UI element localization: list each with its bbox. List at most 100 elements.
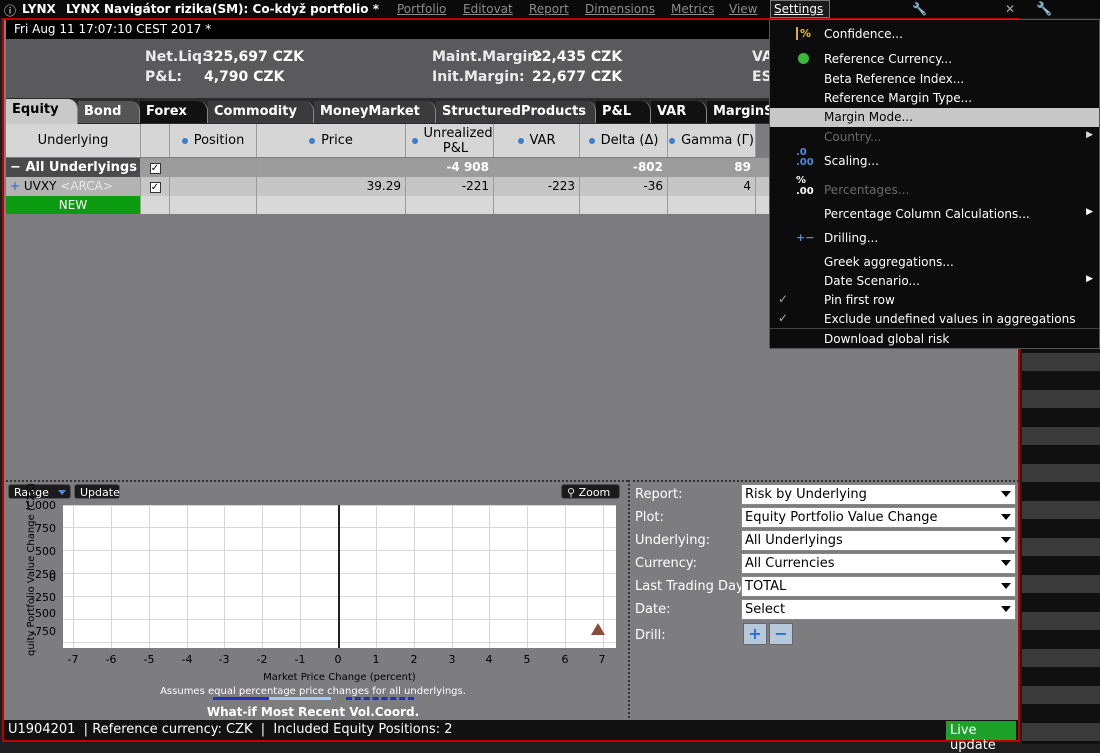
menu-settings[interactable]: Settings [770, 0, 830, 18]
sort-dot-icon [411, 137, 418, 144]
percentages-icon: % .00 [796, 175, 814, 197]
menu-editovat[interactable]: Editovat [463, 2, 513, 16]
drill-out-button[interactable]: − [769, 623, 793, 645]
tab-var[interactable]: VAR [651, 101, 707, 123]
live-update-badge[interactable]: Live update [946, 721, 1016, 753]
menu-item-margin-mode[interactable]: Margin Mode... [770, 108, 1099, 127]
menu-item-reference-margin-type[interactable]: Reference Margin Type... [770, 89, 1099, 108]
menu-item-reference-currency[interactable]: Reference Currency... [770, 50, 1099, 69]
init-margin-value: 22,677 CZK [532, 69, 623, 85]
zoom-button[interactable]: ⚲ Zoom [561, 484, 620, 499]
menu-item-country[interactable]: Country... ▶ [770, 128, 1099, 147]
legend-swatch [213, 697, 269, 700]
y-tick: 1 000 [24, 499, 57, 512]
chevron-down-icon [1001, 491, 1011, 497]
menu-item-greek-aggregations[interactable]: Greek aggregations... [770, 253, 1099, 272]
update-button[interactable]: Update [74, 484, 120, 499]
menu-view[interactable]: View [729, 2, 757, 16]
header-unrealized[interactable]: Unrealized P&L [406, 124, 494, 157]
menu-portfolio[interactable]: Portfolio [397, 2, 446, 16]
date-select[interactable]: Select [741, 599, 1016, 620]
submenu-arrow-icon: ▶ [1086, 274, 1093, 284]
uvxy-gamma: 4 [668, 177, 756, 196]
sort-dot-icon [181, 137, 188, 144]
tab-equity[interactable]: Equity [6, 99, 78, 124]
report-select[interactable]: Risk by Underlying [741, 484, 1016, 505]
header-delta[interactable]: Delta (Δ) [580, 124, 668, 157]
menu-item-percentage-column-calculations[interactable]: Percentage Column Calculations... ▶ [770, 205, 1099, 224]
report-label: Report: [635, 487, 683, 502]
currency-select[interactable]: All Currencies [741, 553, 1016, 574]
x-tick: -7 [67, 653, 79, 666]
chevron-down-icon [1001, 514, 1011, 520]
x-tick: -5 [143, 653, 155, 666]
header-var[interactable]: VAR [494, 124, 580, 157]
expand-icon[interactable]: + [10, 179, 20, 193]
magnifier-icon: ⚲ [567, 486, 576, 499]
table-row-new[interactable]: NEW [6, 196, 770, 214]
y-tick: -500 [31, 607, 56, 620]
warning-icon[interactable] [591, 623, 605, 635]
tab-forex[interactable]: Forex [140, 101, 208, 123]
underlying-select[interactable]: All Underlyings [741, 530, 1016, 551]
range-dropdown[interactable]: Range [8, 484, 71, 499]
all-unrealized: -4 908 [406, 158, 494, 177]
sort-dot-icon [309, 137, 316, 144]
table-row-all-underlyings[interactable]: − All Underlyings ✓ -4 908 -802 89 [6, 158, 770, 177]
tab-structuredproducts[interactable]: StructuredProducts [436, 101, 596, 123]
chart-note: Assumes equal percentage price changes f… [160, 686, 466, 697]
plot-label: Plot: [635, 510, 664, 525]
last-trading-day-label: Last Trading Day: [635, 579, 748, 594]
drill-in-button[interactable]: + [743, 623, 767, 645]
menu-report[interactable]: Report [529, 2, 569, 16]
submenu-arrow-icon: ▶ [1086, 207, 1093, 217]
x-tick: -6 [105, 653, 117, 666]
table-row-uvxy[interactable]: + UVXY <ARCA> ✓ 39.29 -221 -223 -36 4 [6, 177, 770, 196]
menu-item-confidence[interactable]: % Confidence... [770, 25, 1099, 44]
info-icon[interactable]: ⓘ [4, 2, 16, 19]
collapse-icon[interactable]: − [10, 160, 21, 175]
pnl-label: P&L: [145, 69, 182, 85]
plot-select[interactable]: Equity Portfolio Value Change [741, 507, 1016, 528]
header-price[interactable]: Price [257, 124, 406, 157]
menu-item-drilling[interactable]: +− Drilling... [770, 229, 1099, 248]
net-liq-value: 325,697 CZK [204, 49, 304, 65]
tab-moneymarket[interactable]: MoneyMarket [314, 101, 436, 123]
last-trading-day-select[interactable]: TOTAL [741, 576, 1016, 597]
y-tick: 750 [35, 522, 56, 535]
title-bar: ⓘ LYNX LYNX Navigátor rizika(SM): Co-kdy… [0, 0, 1100, 18]
sort-dot-icon [588, 137, 595, 144]
wrench-icon[interactable]: 🔧 [912, 2, 927, 16]
currency-label: Currency: [635, 556, 698, 571]
header-underlying[interactable]: Underlying [6, 124, 141, 157]
menu-item-beta-reference-index[interactable]: Beta Reference Index... [770, 70, 1099, 89]
menu-item-exclude-undefined[interactable]: ✓ Exclude undefined values in aggregatio… [770, 310, 1099, 329]
tab-pnl[interactable]: P&L [596, 101, 651, 123]
select-checkbox[interactable]: ✓ [149, 182, 161, 193]
all-delta: -802 [580, 158, 668, 177]
x-tick: 1 [372, 653, 380, 666]
x-tick: 6 [561, 653, 569, 666]
tools-icon[interactable]: 🔧 [1036, 2, 1052, 17]
tab-commodity[interactable]: Commodity [208, 101, 314, 123]
header-gamma[interactable]: Gamma (Γ) [668, 124, 756, 157]
uvxy-delta: -36 [580, 177, 668, 196]
checkmark-icon: ✓ [778, 311, 789, 325]
sort-dot-icon [669, 137, 676, 144]
menu-metrics[interactable]: Metrics [671, 2, 715, 16]
menu-item-download-global-risk[interactable]: Download global risk [770, 330, 1099, 349]
uvxy-price: 39.29 [257, 177, 406, 196]
new-row-button[interactable]: NEW [6, 196, 141, 214]
tab-margin[interactable]: MarginS [707, 101, 777, 123]
menu-item-date-scenario[interactable]: Date Scenario... ▶ [770, 272, 1099, 291]
tab-bond[interactable]: Bond [78, 101, 140, 123]
select-checkbox[interactable]: ✓ [149, 163, 161, 174]
menu-item-scaling[interactable]: .0.00 Scaling... [770, 148, 1099, 171]
settings-dropdown: % Confidence... Reference Currency... Be… [769, 19, 1100, 349]
header-position[interactable]: Position [170, 124, 257, 157]
close-icon[interactable]: ✕ [1005, 2, 1015, 16]
menu-item-percentages[interactable]: % .00 Percentages... [770, 175, 1099, 200]
menu-item-pin-first-row[interactable]: ✓ Pin first row [770, 291, 1099, 310]
menu-dimensions[interactable]: Dimensions [585, 2, 655, 16]
x-tick: 7 [598, 653, 606, 666]
